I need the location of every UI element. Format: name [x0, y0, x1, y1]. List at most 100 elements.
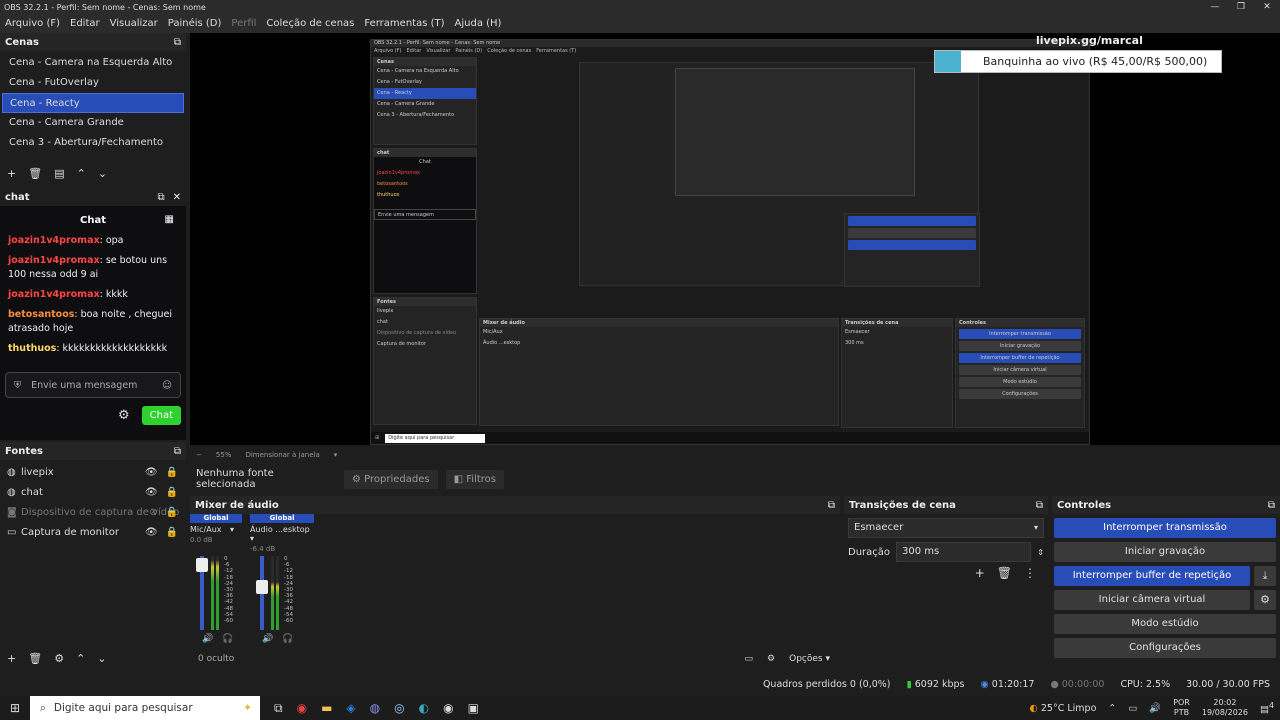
eye-icon[interactable]: 👁 [145, 487, 158, 498]
menu-edit[interactable]: Editar [65, 18, 105, 29]
headphones-icon[interactable]: 🎧 [282, 634, 293, 644]
lock-icon[interactable]: 🔒 [166, 527, 178, 538]
source-item[interactable]: ◍ chat 👁 🔒 [0, 482, 186, 502]
gear-icon[interactable]: ⚙ [767, 654, 775, 664]
channel-name[interactable]: Mic/Aux ▾ [190, 525, 242, 534]
studio-mode-button[interactable]: Modo estúdio [1054, 614, 1276, 634]
menu-help[interactable]: Ajuda (H) [450, 18, 507, 29]
stop-replay-buffer-button[interactable]: Interromper buffer de repetição [1054, 566, 1250, 586]
undock-icon[interactable]: ⧉ [174, 446, 181, 457]
layout-icon[interactable]: ▭ [745, 654, 754, 664]
add-icon[interactable]: + [7, 167, 16, 180]
chevron-down-icon[interactable]: ▾ [334, 451, 338, 459]
clock[interactable]: 20:02 19/08/2026 [1202, 698, 1248, 718]
notification-button[interactable]: ▤4 [1260, 701, 1274, 715]
zoom-mode-select[interactable]: Dimensionar à janela [245, 451, 319, 459]
add-icon[interactable]: + [975, 566, 985, 580]
volume-icon[interactable]: 🔊 [1149, 703, 1161, 714]
chat-send-button[interactable]: Chat [141, 406, 181, 425]
obs-icon[interactable]: ◉ [443, 701, 453, 716]
preview-canvas[interactable]: OBS 32.2.1 - Perfil: Sem nome - Cenas: S… [190, 33, 1280, 445]
fader-handle[interactable] [196, 558, 208, 572]
channel-name[interactable]: Áudio ...esktop ▾ [250, 525, 314, 543]
scene-item-selected[interactable]: Cena - Reacty [2, 93, 184, 113]
folder-icon[interactable]: ▬ [321, 701, 332, 716]
menu-profile[interactable]: Perfil [226, 18, 261, 29]
undock-icon[interactable]: ⧉ [1268, 500, 1275, 511]
close-button[interactable]: ✕ [1254, 0, 1280, 14]
scene-item[interactable]: Cena - Camera na Esquerda Alto [2, 53, 184, 73]
language-indicator[interactable]: POR PTB [1173, 698, 1190, 718]
spinner-icon[interactable]: ⇕ [1037, 548, 1044, 557]
menu-docks[interactable]: Painéis (D) [163, 18, 227, 29]
stop-streaming-button[interactable]: Interromper transmissão [1054, 518, 1276, 538]
trash-icon[interactable]: 🗑 [28, 652, 42, 665]
windows-start-icon[interactable]: ⊞ [0, 701, 30, 715]
chat-username[interactable]: betosantoos [8, 309, 74, 320]
outlook-icon[interactable]: ◈ [346, 701, 355, 716]
chat-username[interactable]: joazin1v4promax [8, 235, 100, 246]
show-hidden-icon[interactable]: ⌃ [1108, 703, 1116, 714]
chat-username[interactable]: joazin1v4promax [8, 289, 100, 300]
undock-icon[interactable]: ⧉ [828, 500, 835, 511]
save-replay-icon[interactable]: ⤓ [1254, 566, 1276, 586]
task-view-icon[interactable]: ⧉ [274, 701, 283, 716]
undock-icon[interactable]: ⧉ [174, 37, 181, 48]
eye-icon[interactable]: 👁 [145, 527, 158, 538]
undock-icon[interactable]: ⧉ [157, 192, 164, 203]
chevron-down-icon[interactable]: ▾ [230, 525, 234, 534]
users-icon[interactable]: ▦ [165, 214, 174, 225]
weather[interactable]: ◐ 25°C Limpo [1030, 703, 1097, 714]
menu-scene-collection[interactable]: Coleção de cenas [261, 18, 359, 29]
filter-icon[interactable]: ▤ [54, 167, 64, 180]
trash-icon[interactable]: 🗑 [28, 167, 42, 180]
scene-item[interactable]: Cena 3 - Abertura/Fechamento [2, 133, 184, 153]
source-item[interactable]: ◍ livepix 👁 🔒 [0, 462, 186, 482]
taskbar-search[interactable]: ⌕ Digite aqui para pesquisar ✦ [30, 696, 260, 720]
options-button[interactable]: Opções ▾ [789, 654, 830, 664]
properties-button[interactable]: ⚙ Propriedades [344, 469, 438, 489]
network-icon[interactable]: ▭ [1128, 703, 1137, 714]
shield-icon[interactable]: ⛨ [14, 380, 21, 391]
move-down-icon[interactable]: ⌄ [98, 167, 107, 180]
undock-icon[interactable]: ⧉ [1036, 500, 1043, 511]
speaker-icon[interactable]: 🔊 [262, 634, 273, 644]
speaker-icon[interactable]: 🔊 [202, 634, 213, 644]
chat-input[interactable]: ⛨ Envie uma mensagem ☺ [5, 372, 181, 398]
gear-icon[interactable]: ⚙ [118, 408, 130, 423]
edge-icon[interactable]: ◐ [419, 701, 429, 716]
eye-icon[interactable]: 👁 [145, 467, 158, 478]
menu-view[interactable]: Visualizar [105, 18, 163, 29]
scene-item[interactable]: Cena - Camera Grande [2, 113, 184, 133]
move-up-icon[interactable]: ⌃ [77, 167, 86, 180]
source-item[interactable]: ▭ Captura de monitor 👁 🔒 [0, 522, 186, 542]
transition-select[interactable]: Esmaecer ▾ [848, 518, 1044, 538]
lock-icon[interactable]: 🔒 [166, 487, 178, 498]
maximize-button[interactable]: ❐ [1228, 0, 1254, 14]
chevron-down-icon[interactable]: ▾ [250, 534, 254, 543]
emoji-icon[interactable]: ☺ [162, 380, 172, 391]
more-icon[interactable]: ⋮ [1024, 566, 1036, 580]
start-recording-button[interactable]: Iniciar gravação [1054, 542, 1276, 562]
trash-icon[interactable]: 🗑 [997, 566, 1012, 580]
eye-hidden-icon[interactable]: ⊘ [149, 507, 157, 518]
lock-icon[interactable]: 🔒 [166, 507, 178, 518]
gear-icon[interactable]: ⚙ [1254, 590, 1276, 610]
close-icon[interactable]: ✕ [173, 192, 181, 203]
minimize-button[interactable]: — [1202, 0, 1228, 14]
chat-username[interactable]: thuthuos [8, 343, 56, 354]
move-down-icon[interactable]: ⌄ [97, 652, 106, 665]
menu-tools[interactable]: Ferramentas (T) [359, 18, 449, 29]
capcut-icon[interactable]: ▣ [468, 701, 479, 716]
start-virtual-camera-button[interactable]: Iniciar câmera virtual [1054, 590, 1250, 610]
headphones-icon[interactable]: 🎧 [222, 634, 233, 644]
discord-icon[interactable]: ◍ [370, 701, 380, 716]
duration-input[interactable]: 300 ms [896, 542, 1032, 562]
scene-item[interactable]: Cena - FutOverlay [2, 73, 184, 93]
filters-button[interactable]: ◧ Filtros [445, 469, 504, 489]
settings-button[interactable]: Configurações [1054, 638, 1276, 658]
steam-icon[interactable]: ◎ [394, 701, 404, 716]
chrome-icon[interactable]: ◉ [297, 701, 307, 716]
move-up-icon[interactable]: ⌃ [76, 652, 85, 665]
menu-file[interactable]: Arquivo (F) [0, 18, 65, 29]
